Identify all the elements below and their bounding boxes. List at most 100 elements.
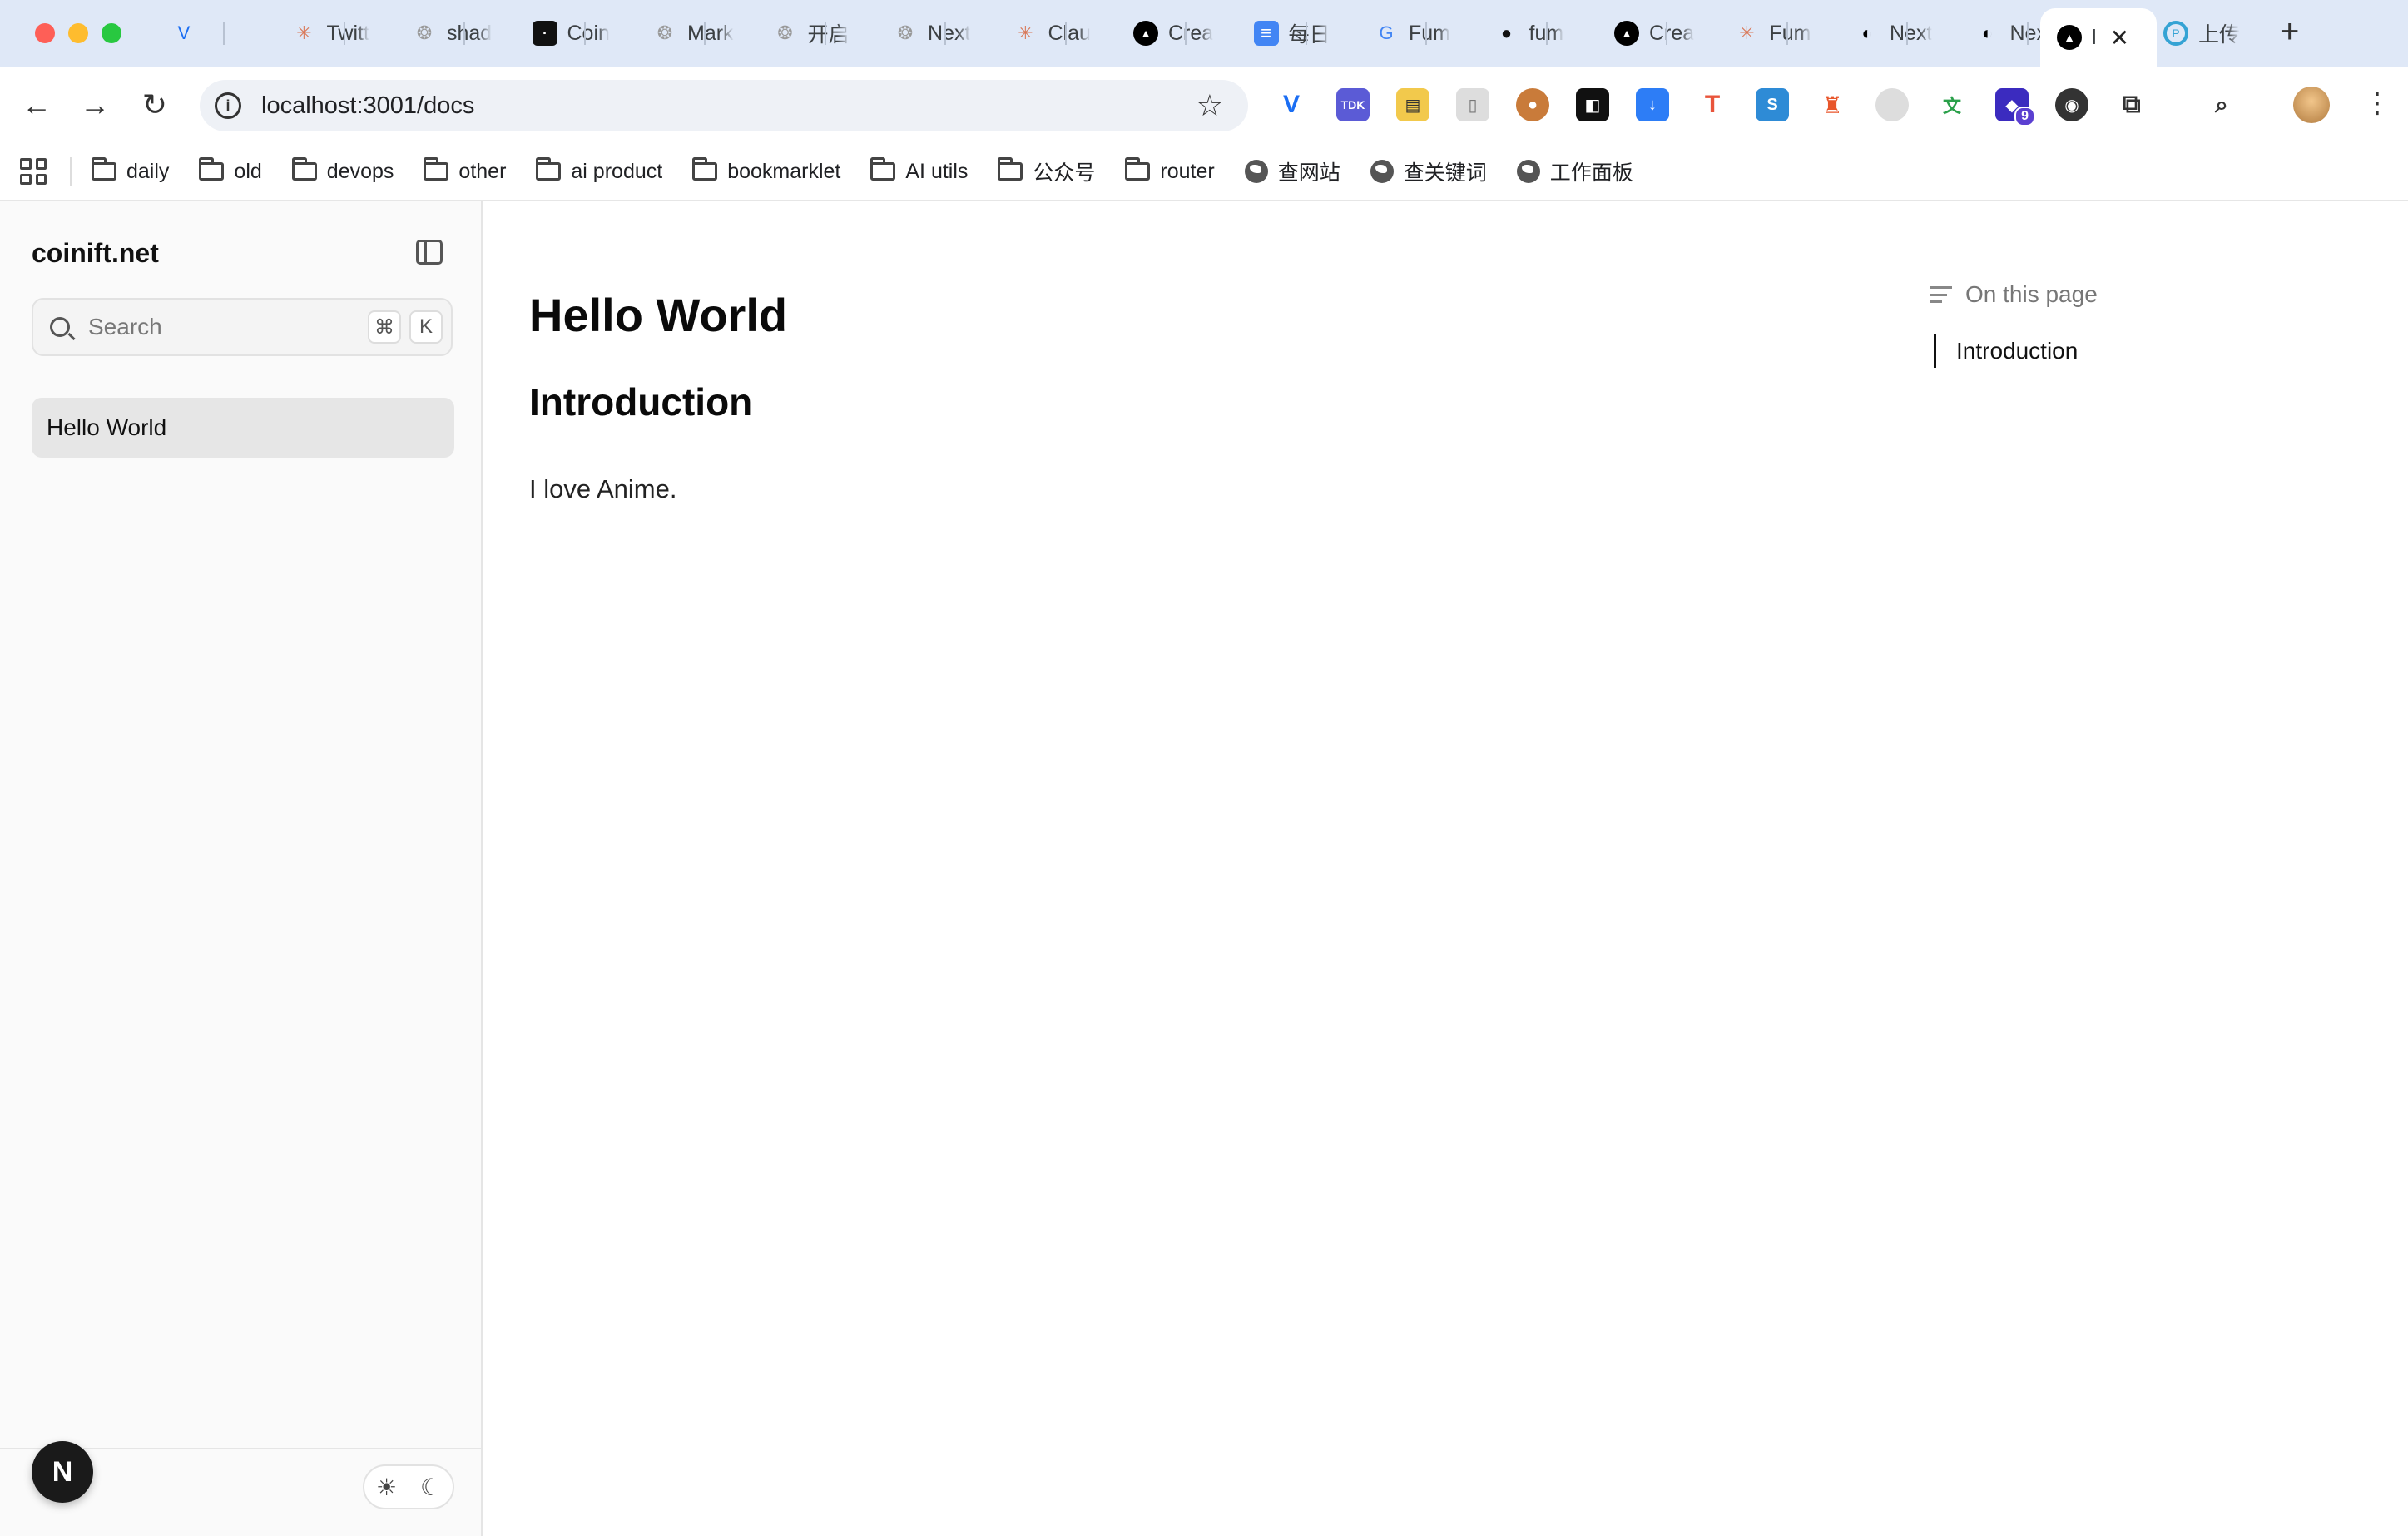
- tab-title: Crea: [1168, 21, 1214, 45]
- theme-toggle[interactable]: ☀ ☾: [363, 1464, 454, 1509]
- bookmark-item[interactable]: devops: [291, 157, 394, 184]
- moon-icon[interactable]: ☾: [420, 1474, 441, 1501]
- tab-item[interactable]: ▲ Crea: [1133, 15, 1250, 52]
- tab-item[interactable]: ❂ shad: [412, 15, 528, 52]
- back-arrow-icon[interactable]: ←: [18, 87, 55, 123]
- bookmark-item[interactable]: other: [424, 157, 506, 184]
- tab-separator: [1185, 22, 1187, 45]
- tab-title: Next: [1890, 21, 1933, 45]
- window-maximize-button[interactable]: [102, 23, 121, 43]
- apps-grid-icon[interactable]: [20, 158, 47, 185]
- tab-separator: [1786, 22, 1788, 45]
- cookie-extension-icon[interactable]: ●: [1516, 88, 1549, 121]
- bookmark-item[interactable]: AI utils: [870, 157, 969, 184]
- sun-icon[interactable]: ☀: [376, 1474, 397, 1501]
- tab-separator: [1425, 22, 1427, 45]
- page-title: Hello World: [529, 289, 788, 341]
- bookmark-label: 工作面板: [1549, 161, 1633, 185]
- sidebar-item-hello-world[interactable]: Hello World: [32, 398, 454, 458]
- file-extension-icon[interactable]: ↓: [1636, 88, 1669, 121]
- tab-item[interactable]: ▪ Coin: [532, 15, 649, 52]
- t-extension-icon[interactable]: T: [1696, 88, 1729, 121]
- bookmark-label: 公众号: [1033, 161, 1096, 185]
- github-icon: ●: [1500, 22, 1513, 43]
- cloud-extension-icon[interactable]: [1875, 88, 1909, 121]
- bookmark-label: ai product: [571, 159, 663, 183]
- profile-avatar[interactable]: [2293, 87, 2330, 123]
- address-bar[interactable]: i localhost:3001/docs ☆: [200, 80, 1248, 131]
- lighthouse-extension-icon[interactable]: ♜: [1816, 88, 1849, 121]
- tab-title: l: [2092, 25, 2097, 49]
- tab-item[interactable]: V: [171, 15, 288, 52]
- reload-icon[interactable]: ↻: [136, 87, 173, 123]
- bookmark-item[interactable]: 查网站: [1244, 156, 1340, 186]
- tab-item[interactable]: ❂ Next: [893, 15, 1009, 52]
- bookmark-label: AI utils: [905, 159, 969, 183]
- bookmark-item[interactable]: daily: [92, 157, 169, 184]
- tab-separator: [944, 22, 946, 45]
- shortcut-mod-key: ⌘: [368, 310, 401, 344]
- globe-icon: [1244, 160, 1268, 183]
- translate-extension-icon[interactable]: 文: [1935, 88, 1969, 121]
- folder-icon: [870, 157, 896, 181]
- bookmark-item[interactable]: 工作面板: [1516, 156, 1633, 186]
- tdk-extension-icon[interactable]: TDK: [1336, 88, 1370, 121]
- bookmark-item[interactable]: 公众号: [998, 156, 1095, 186]
- new-tab-button[interactable]: +: [2280, 13, 2299, 51]
- search-icon: [50, 317, 70, 337]
- circle-extension-icon[interactable]: ◉: [2055, 88, 2088, 121]
- tab-search-icon[interactable]: ⌕: [2205, 88, 2238, 121]
- upload-icon: P: [2163, 21, 2188, 46]
- folder-extension-icon[interactable]: ▤: [1396, 88, 1429, 121]
- forward-arrow-icon[interactable]: →: [77, 87, 113, 123]
- tab-item[interactable]: ●fum: [1494, 15, 1611, 52]
- coin-icon: ▪: [532, 21, 557, 46]
- tab-title: 开启: [807, 23, 850, 47]
- bookmark-item[interactable]: ai product: [536, 157, 663, 184]
- tab-upload[interactable]: P 上传: [2163, 15, 2280, 52]
- tab-active[interactable]: ▲ l ✕: [2040, 8, 2157, 67]
- toc-item-introduction[interactable]: Introduction: [1934, 334, 2078, 368]
- tab-title: Twitt: [326, 21, 369, 45]
- site-info-icon[interactable]: i: [215, 92, 241, 119]
- vue-extension-icon[interactable]: V: [1275, 88, 1308, 121]
- tab-item[interactable]: ▲ Crea: [1614, 15, 1731, 52]
- tab-item[interactable]: ≡ 每日: [1253, 15, 1370, 52]
- paragraph: I love Anime.: [529, 474, 677, 503]
- s-extension-icon[interactable]: S: [1756, 88, 1789, 121]
- tab-item[interactable]: ❂ 开启: [773, 15, 889, 52]
- tab-separator: [1666, 22, 1667, 45]
- bookmark-item[interactable]: bookmarklet: [692, 157, 840, 184]
- tab-item[interactable]: ✳ Clau: [1013, 15, 1130, 52]
- docs-content: Hello World Introduction I love Anime. O…: [483, 201, 2408, 1536]
- bookmarks-bar: daily old devops other ai product bookmarklet…: [0, 143, 2408, 201]
- document-extension-icon[interactable]: ▯: [1456, 88, 1489, 121]
- tab-item[interactable]: G Fum: [1374, 15, 1490, 52]
- tab-title: Crea: [1649, 21, 1695, 45]
- close-tab-icon[interactable]: ✕: [2110, 24, 2129, 52]
- triangle-icon: ▲: [1614, 21, 1639, 46]
- site-title[interactable]: coinift.net: [32, 238, 159, 269]
- toolkit-extension-icon[interactable]: ◧: [1576, 88, 1609, 121]
- tab-item[interactable]: ✳ Fum: [1735, 15, 1851, 52]
- bookmark-item[interactable]: router: [1125, 157, 1215, 184]
- tab-item[interactable]: ◐ Next: [1855, 15, 1971, 52]
- folder-icon: [998, 157, 1023, 181]
- search-input[interactable]: Search ⌘ K: [32, 298, 453, 356]
- more-menu-icon[interactable]: ⋮: [2363, 87, 2391, 120]
- avatar[interactable]: N: [32, 1441, 93, 1503]
- mortarboard-extension-icon[interactable]: ◆ 9: [1995, 88, 2035, 126]
- bookmark-item[interactable]: 查关键词: [1370, 156, 1487, 186]
- window-close-button[interactable]: [35, 23, 55, 43]
- url-text[interactable]: localhost:3001/docs: [261, 92, 474, 120]
- tab-separator: [824, 22, 826, 45]
- sidebar-collapse-icon[interactable]: [416, 240, 443, 265]
- tab-item[interactable]: ✳ Twitt: [292, 15, 409, 52]
- tab-item[interactable]: ❂ Mark: [652, 15, 769, 52]
- puzzle-extensions-icon[interactable]: ⧉: [2115, 88, 2148, 121]
- window-minimize-button[interactable]: [68, 23, 88, 43]
- bookmark-star-icon[interactable]: ☆: [1197, 88, 1223, 123]
- tab-title: Clau: [1048, 21, 1091, 45]
- google-icon: G: [1379, 22, 1394, 43]
- bookmark-item[interactable]: old: [199, 157, 262, 184]
